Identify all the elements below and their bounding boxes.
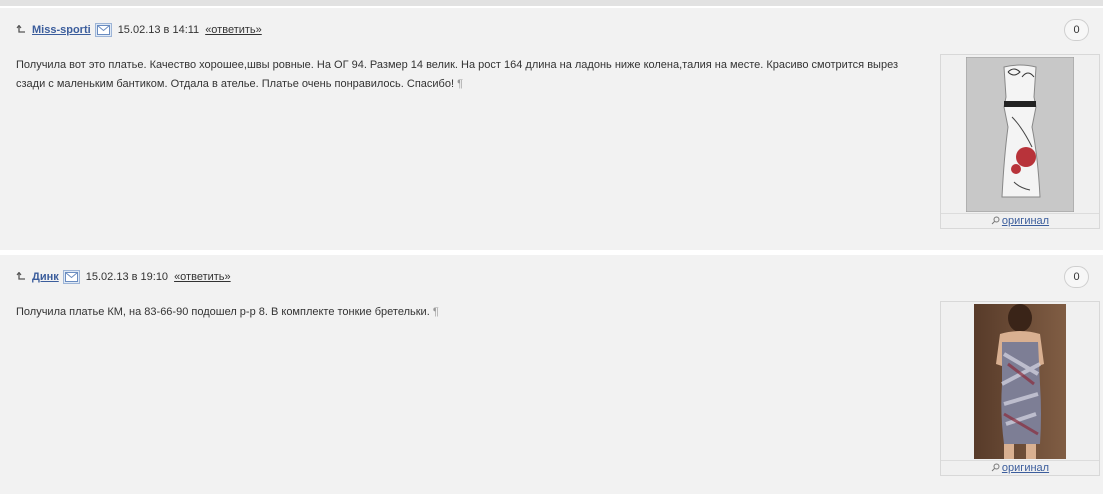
comment-item: Динк 15.02.13 в 19:10 «ответить» 0 Получ… <box>0 255 1103 494</box>
comment-count-badge[interactable]: 0 <box>1064 19 1089 41</box>
comment-date: 15.02.13 в 14:11 <box>117 24 200 36</box>
top-divider <box>0 0 1103 6</box>
comment-header: Динк 15.02.13 в 19:10 «ответить» <box>16 270 231 284</box>
photo-thumbnail[interactable]: оригинал <box>940 54 1100 229</box>
comment-text: Получила платье КМ, на 83-66-90 подошел … <box>16 303 916 322</box>
original-link[interactable]: оригинал <box>1002 215 1049 227</box>
pilcrow-icon: ¶ <box>432 306 439 318</box>
author-link[interactable]: Динк <box>32 271 59 283</box>
pilcrow-icon: ¶ <box>457 78 463 90</box>
magnifier-icon <box>991 462 1000 472</box>
comment-body: Получила платье КМ, на 83-66-90 подошел … <box>16 306 430 318</box>
reply-arrow-icon[interactable] <box>16 24 26 35</box>
author-link[interactable]: Miss-sporti <box>32 24 91 36</box>
original-link-bar: оригинал <box>941 213 1099 228</box>
comment-item: Miss-sporti 15.02.13 в 14:11 «ответить» … <box>0 8 1103 250</box>
comment-count-badge[interactable]: 0 <box>1064 266 1089 288</box>
reply-arrow-icon[interactable] <box>16 271 26 282</box>
mail-icon[interactable] <box>94 23 112 37</box>
mail-icon[interactable] <box>62 270 80 284</box>
comment-text: Получила вот это платье. Качество хороше… <box>16 56 916 94</box>
comment-header: Miss-sporti 15.02.13 в 14:11 «ответить» <box>16 23 262 37</box>
photo-thumbnail[interactable]: оригинал <box>940 301 1100 476</box>
magnifier-icon <box>991 215 1000 225</box>
original-link[interactable]: оригинал <box>1002 462 1049 474</box>
reply-link[interactable]: «ответить» <box>205 24 262 36</box>
original-link-bar: оригинал <box>941 460 1099 475</box>
comment-date: 15.02.13 в 19:10 <box>85 271 169 283</box>
dress-photo[interactable] <box>974 304 1066 459</box>
reply-link[interactable]: «ответить» <box>174 271 231 283</box>
dress-photo[interactable] <box>966 57 1074 212</box>
